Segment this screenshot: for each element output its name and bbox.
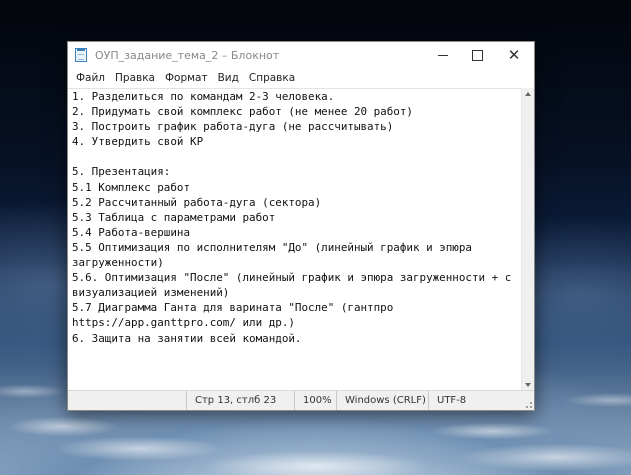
minimize-icon	[438, 54, 448, 56]
text-line: 5.5 Оптимизация по исполнителям "До" (ли…	[72, 240, 472, 254]
text-line: визуализацией изменений)	[72, 286, 230, 300]
zoom-level: 100%	[294, 391, 336, 410]
notepad-icon	[75, 48, 87, 62]
encoding: UTF-8	[428, 391, 534, 410]
maximize-icon	[471, 49, 483, 61]
text-line: 5.3 Таблица с параметрами работ	[72, 210, 276, 224]
menu-help[interactable]: Справка	[244, 72, 300, 84]
text-line: 5.2 Рассчитанный работа-дуга (сектора)	[72, 195, 322, 209]
scroll-up-icon[interactable]	[525, 92, 531, 96]
text-line: 5. Презентация:	[72, 165, 171, 179]
menu-format[interactable]: Формат	[160, 72, 213, 84]
resize-grip-icon[interactable]	[523, 399, 533, 409]
close-button[interactable]: ✕	[494, 42, 534, 68]
title-bar[interactable]: ОУП_задание_тема_2 – Блокнот ✕	[68, 42, 534, 68]
text-line: 1. Разделиться по командам 2-3 человека.	[72, 90, 335, 103]
text-line: 5.6. Оптимизация "После" (линейный графи…	[72, 271, 512, 285]
document-text[interactable]: 1. Разделиться по командам 2-3 человека.…	[68, 89, 521, 346]
menu-file[interactable]: Файл	[71, 72, 110, 84]
text-line: 5.7 Диаграмма Ганта для варината "После"…	[72, 301, 394, 315]
line-ending: Windows (CRLF)	[336, 391, 428, 410]
cursor-position: Стр 13, стлб 23	[186, 391, 294, 410]
text-line: 2. Придумать свой комплекс работ (не мен…	[72, 105, 413, 119]
text-line	[72, 149, 521, 164]
menu-view[interactable]: Вид	[213, 72, 244, 84]
desktop: { "window": { "title": "ОУП_задание_тема…	[0, 0, 631, 475]
window-title: ОУП_задание_тема_2 – Блокнот	[95, 48, 280, 62]
close-icon: ✕	[507, 46, 521, 64]
vertical-scrollbar[interactable]	[521, 88, 534, 391]
text-line: загруженности)	[72, 256, 164, 270]
text-line: 3. Построить график работа-дуга (не расс…	[72, 120, 394, 134]
status-bar: Стр 13, стлб 23 100% Windows (CRLF) UTF-…	[68, 390, 534, 410]
minimize-button[interactable]	[426, 42, 460, 68]
text-line: 5.4 Работа-вершина	[72, 225, 191, 239]
text-line: 4. Утвердить свой КР	[72, 135, 204, 149]
menu-edit[interactable]: Правка	[110, 72, 160, 84]
text-line: 5.1 Комплекс работ	[72, 180, 191, 194]
text-editor[interactable]: 1. Разделиться по командам 2-3 человека.…	[68, 88, 521, 391]
text-line: 6. Защита на занятии всей командой.	[72, 331, 302, 345]
notepad-window: ОУП_задание_тема_2 – Блокнот ✕ Файл Прав…	[67, 41, 535, 411]
maximize-button[interactable]	[460, 42, 494, 68]
scroll-down-icon[interactable]	[525, 383, 531, 387]
text-line: https://app.ganttpro.com/ или др.)	[72, 316, 295, 330]
menu-bar: Файл Правка Формат Вид Справка	[68, 68, 534, 88]
